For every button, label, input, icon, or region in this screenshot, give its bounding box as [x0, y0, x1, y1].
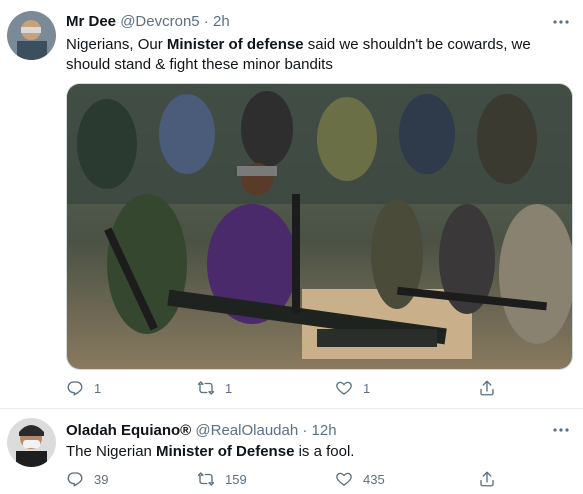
- tweet[interactable]: Oladah Equiano® @RealOlaudah · 12h The N…: [0, 409, 583, 494]
- tweet-actions: 39 159 435: [60, 470, 500, 490]
- retweet-icon: [197, 381, 215, 395]
- share-button[interactable]: [478, 379, 506, 397]
- tweet[interactable]: Mr Dee @Devcron5 · 2h Nigerians, Our Min…: [0, 0, 583, 409]
- retweet-button[interactable]: 159: [197, 470, 247, 488]
- text-segment: Nigerians, Our: [66, 36, 167, 53]
- reply-icon: [67, 381, 83, 396]
- tweet-header: Mr Dee @Devcron5 · 2h: [66, 12, 230, 32]
- like-button[interactable]: 435: [335, 470, 385, 488]
- retweet-count: 159: [225, 471, 247, 487]
- share-icon: [480, 380, 494, 396]
- like-count: 1: [363, 380, 371, 396]
- retweet-count: 1: [225, 380, 233, 396]
- avatar[interactable]: [7, 11, 56, 60]
- avatar[interactable]: [7, 418, 56, 467]
- tweet-text: The Nigerian Minister of Defense is a fo…: [66, 442, 566, 462]
- reply-count: 39: [94, 471, 109, 487]
- like-count: 435: [363, 471, 385, 487]
- heart-icon: [336, 381, 352, 395]
- reply-button[interactable]: 1: [66, 379, 101, 397]
- tweet-header: Oladah Equiano® @RealOlaudah · 12h: [66, 421, 337, 441]
- handle[interactable]: @Devcron5: [120, 13, 199, 30]
- more-options-icon[interactable]: [552, 13, 570, 31]
- reply-icon: [67, 472, 83, 487]
- share-icon: [480, 471, 494, 487]
- tweet-text: Nigerians, Our Minister of defense said …: [66, 35, 566, 75]
- separator: ·: [203, 13, 209, 30]
- separator: ·: [302, 422, 308, 439]
- display-name[interactable]: Oladah Equiano®: [66, 422, 191, 439]
- handle[interactable]: @RealOlaudah: [195, 422, 298, 439]
- timestamp[interactable]: 2h: [213, 13, 230, 30]
- tweet-actions: 1 1 1: [60, 379, 500, 399]
- more-options-icon[interactable]: [552, 421, 570, 439]
- text-segment: is a fool.: [294, 443, 355, 460]
- heart-icon: [336, 472, 352, 486]
- tweet-photo[interactable]: [66, 83, 573, 370]
- retweet-icon: [197, 472, 215, 486]
- like-button[interactable]: 1: [335, 379, 370, 397]
- display-name[interactable]: Mr Dee: [66, 13, 116, 30]
- reply-button[interactable]: 39: [66, 470, 108, 488]
- timestamp[interactable]: 12h: [312, 422, 337, 439]
- text-segment: The Nigerian: [66, 443, 157, 460]
- text-segment-bold: Minister of Defense: [156, 443, 295, 460]
- text-segment-bold: Minister of defense: [166, 36, 304, 53]
- retweet-button[interactable]: 1: [197, 379, 232, 397]
- reply-count: 1: [94, 380, 102, 396]
- share-button[interactable]: [478, 470, 506, 488]
